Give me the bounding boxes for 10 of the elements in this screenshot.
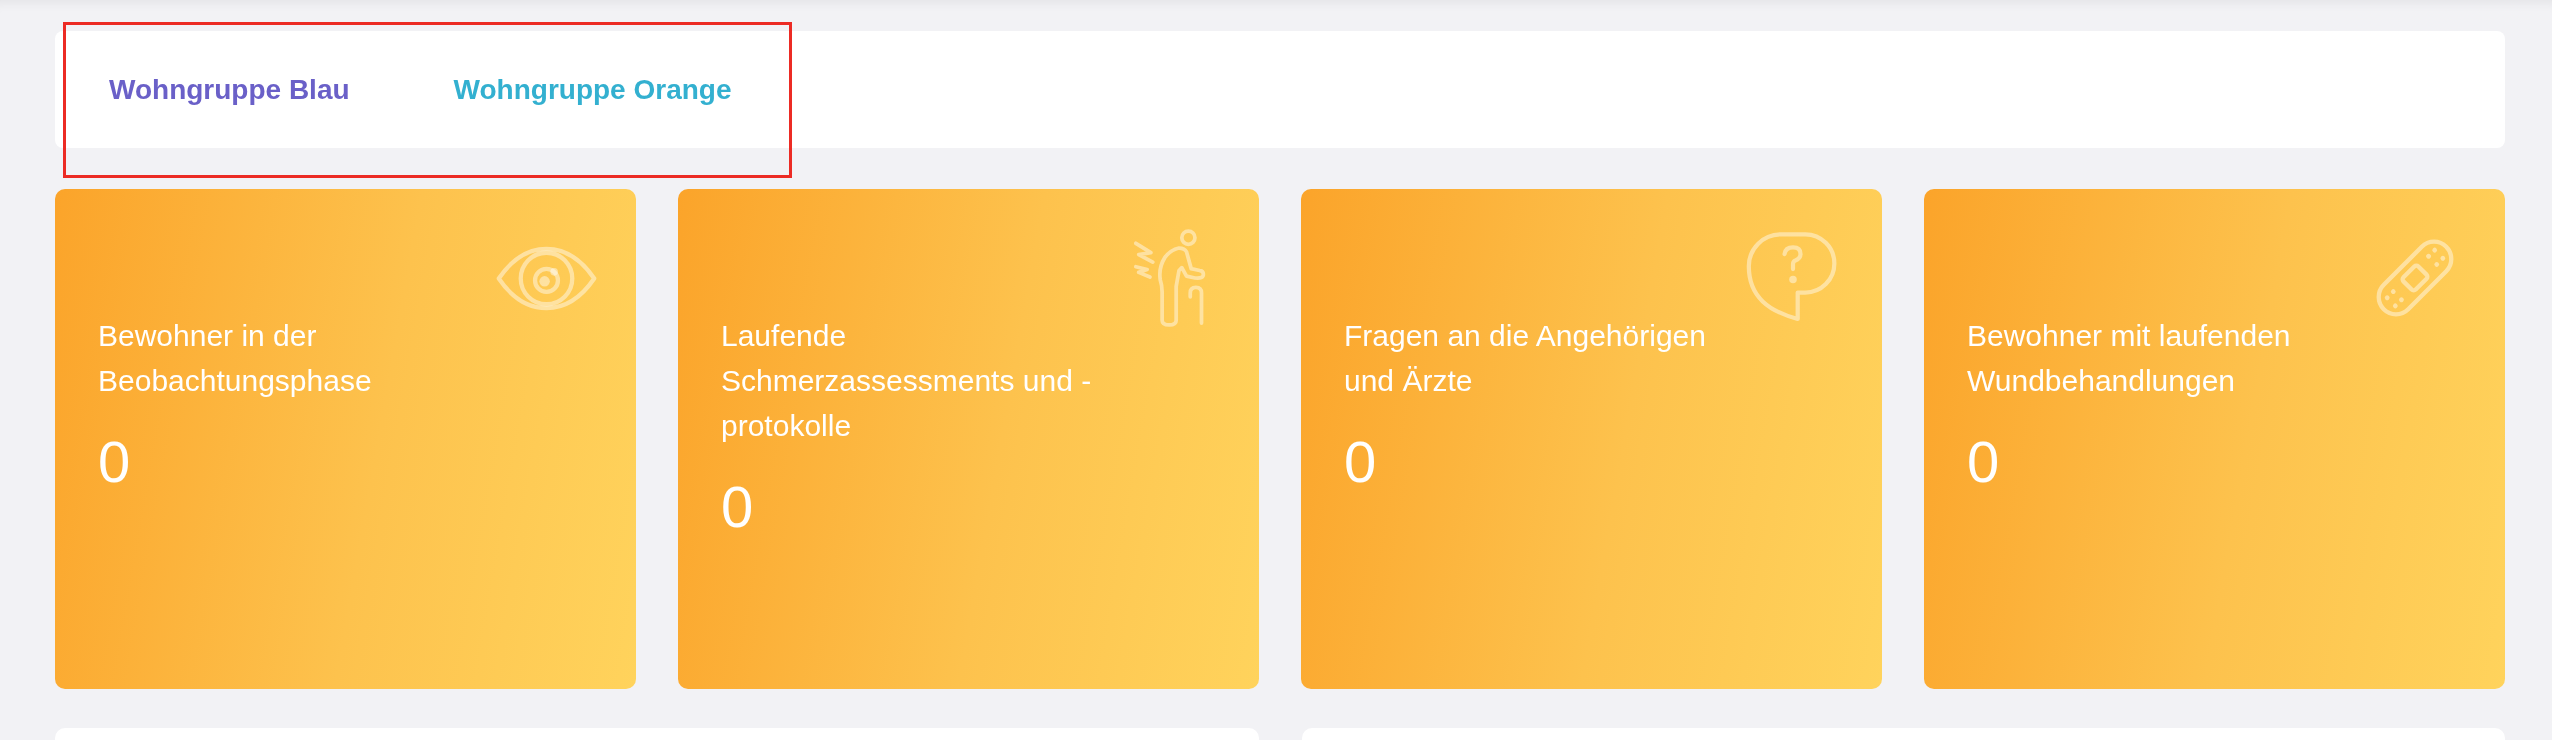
stat-count: 0 <box>1344 433 1377 491</box>
stat-label: Bewohner mit laufenden Wundbehandlungen <box>1967 318 2292 399</box>
stat-count: 0 <box>1967 433 2000 491</box>
group-tab[interactable]: Wohngruppe Blau <box>57 53 402 126</box>
stat-label: Laufende Schmerzassessments und - protokolle <box>721 318 1093 444</box>
stat-label: Fragen an die Angehörigen und Ärzte <box>1344 318 1707 399</box>
eye-icon <box>494 244 599 312</box>
stat-count: 0 <box>721 478 754 536</box>
stat-label: Bewohner in der Beobachtungsphase <box>98 318 373 399</box>
stat-count: 0 <box>98 433 131 491</box>
